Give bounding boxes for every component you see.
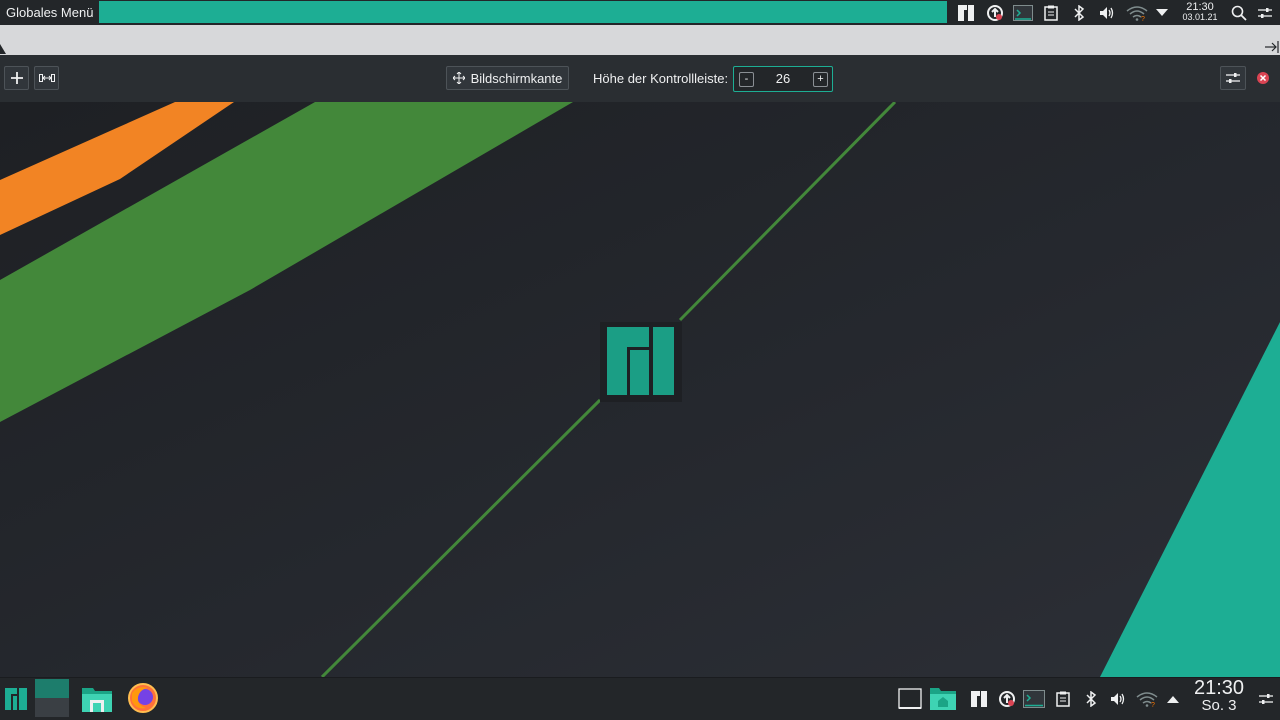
- clipboard-icon-bottom[interactable]: [1050, 686, 1076, 712]
- top-clock-date: 03.01.21: [1182, 12, 1218, 22]
- panel-height-spinbox[interactable]: - 26 +: [733, 66, 833, 92]
- wifi-icon-bottom[interactable]: ?: [1134, 686, 1160, 712]
- search-icon[interactable]: [1229, 3, 1249, 23]
- manjaro-logo-icon[interactable]: [956, 3, 976, 23]
- file-manager-icon[interactable]: [80, 681, 114, 715]
- bluetooth-icon[interactable]: [1069, 3, 1089, 23]
- svg-text:?: ?: [1151, 702, 1155, 707]
- height-value[interactable]: 26: [752, 67, 814, 91]
- panel-edit-toolbar: Bildschirmkante Höhe der Kontrollleiste:: [0, 55, 1280, 103]
- pager-icon[interactable]: [35, 679, 69, 717]
- terminal-icon-bottom[interactable]: [1021, 686, 1047, 712]
- clipboard-icon[interactable]: [1041, 3, 1061, 23]
- move-icon: [452, 72, 465, 84]
- bottom-clock[interactable]: 21:30 So. 3: [1188, 677, 1250, 715]
- bluetooth-icon-bottom[interactable]: [1078, 686, 1104, 712]
- max-length-slider-icon[interactable]: [1265, 41, 1279, 53]
- volume-icon[interactable]: [1097, 3, 1117, 23]
- more-settings-button[interactable]: [1220, 66, 1246, 90]
- update-icon[interactable]: [985, 3, 1005, 23]
- plus-icon: [10, 72, 23, 84]
- tray-expand-icon-bottom[interactable]: [1160, 686, 1186, 712]
- manjaro-logo-icon-bottom[interactable]: [966, 686, 992, 712]
- add-widgets-button[interactable]: [4, 66, 29, 90]
- show-desktop-icon[interactable]: [897, 686, 923, 712]
- panel-ruler[interactable]: [0, 25, 1280, 56]
- pager-desktop-2[interactable]: [35, 698, 69, 717]
- close-icon[interactable]: [1257, 72, 1269, 84]
- screen-edge-label: Bildschirmkante: [470, 70, 563, 86]
- pager-desktop-1[interactable]: [35, 679, 69, 698]
- application-menu-icon[interactable]: [3, 686, 29, 712]
- desktop-wallpaper: [0, 102, 1280, 677]
- volume-icon-bottom[interactable]: [1105, 686, 1131, 712]
- home-folder-icon[interactable]: [928, 683, 958, 713]
- panel-settings-icon-bottom[interactable]: [1253, 686, 1279, 712]
- global-menu[interactable]: Globales Menü: [0, 0, 99, 25]
- bottom-clock-time: 21:30: [1193, 677, 1245, 699]
- panel-settings-icon[interactable]: [1255, 3, 1275, 23]
- screen-edge-button[interactable]: Bildschirmkante: [446, 66, 569, 90]
- manjaro-logo: [600, 322, 682, 402]
- global-menu-bar: [99, 1, 947, 23]
- top-clock[interactable]: 21:30 03.01.21: [1176, 1, 1224, 23]
- bottom-clock-date: So. 3: [1201, 697, 1237, 714]
- tray-expand-icon[interactable]: [1152, 3, 1172, 23]
- top-clock-time: 21:30: [1186, 1, 1214, 13]
- panel-height-label: Höhe der Kontrollleiste:: [593, 71, 729, 86]
- spacer-icon: [38, 74, 55, 82]
- wifi-icon[interactable]: ?: [1125, 3, 1149, 23]
- add-spacer-button[interactable]: [34, 66, 59, 90]
- update-icon-bottom[interactable]: [994, 686, 1020, 712]
- terminal-icon[interactable]: [1012, 3, 1034, 23]
- svg-text:?: ?: [1141, 16, 1145, 21]
- firefox-icon[interactable]: [126, 681, 160, 715]
- height-increase-button[interactable]: +: [813, 72, 828, 87]
- settings-icon: [1226, 73, 1240, 83]
- left-edge-slider-icon[interactable]: [0, 40, 8, 54]
